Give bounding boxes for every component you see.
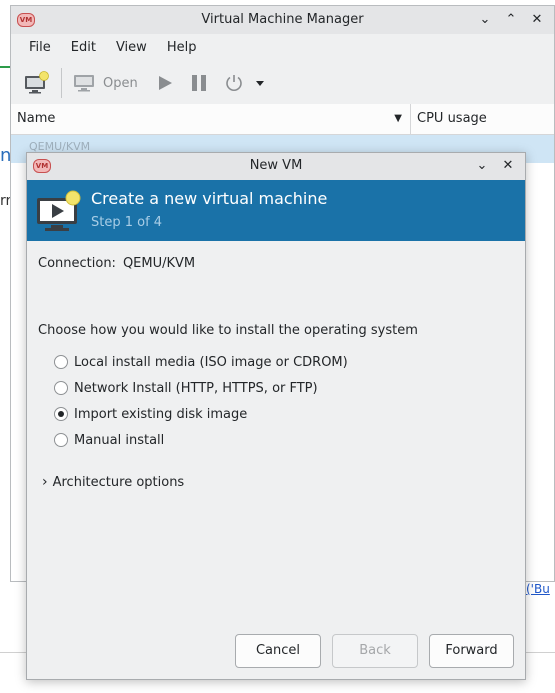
- install-method-options: Local install media (ISO image or CDROM)…: [54, 349, 348, 453]
- option-label: Manual install: [74, 432, 165, 448]
- column-header-name[interactable]: Name ▼: [11, 104, 411, 134]
- chevron-down-icon[interactable]: ⌄: [473, 157, 491, 175]
- open-label: Open: [103, 75, 138, 91]
- option-manual-install[interactable]: Manual install: [54, 427, 348, 453]
- radio-button-selected[interactable]: [54, 407, 68, 421]
- power-icon: [225, 75, 242, 91]
- forward-button[interactable]: Forward: [429, 634, 514, 668]
- toolbar-separator: [61, 68, 62, 98]
- connection-label: Connection:: [38, 256, 116, 271]
- new-vm-dialog: VM New VM ⌄ ✕ Create a new virtual machi…: [26, 152, 526, 680]
- column-name-label: Name: [17, 111, 56, 126]
- monitor-icon: [74, 75, 94, 92]
- dialog-header-title: Create a new virtual machine: [91, 189, 328, 208]
- play-icon: [158, 76, 172, 90]
- option-network-install[interactable]: Network Install (HTTP, HTTPS, or FTP): [54, 375, 348, 401]
- connection-value: QEMU/KVM: [122, 256, 196, 271]
- cancel-button[interactable]: Cancel: [235, 634, 321, 668]
- radio-button[interactable]: [54, 355, 68, 369]
- column-header-cpu[interactable]: CPU usage: [411, 104, 487, 134]
- shutdown-menu-button[interactable]: [249, 66, 271, 100]
- dialog-titlebar[interactable]: VM New VM ⌄ ✕: [27, 153, 525, 180]
- back-button[interactable]: Back: [332, 634, 418, 668]
- close-icon[interactable]: ✕: [528, 11, 546, 29]
- install-method-prompt: Choose how you would like to install the…: [38, 323, 418, 338]
- pause-button[interactable]: [185, 66, 213, 100]
- menu-edit[interactable]: Edit: [61, 34, 106, 62]
- option-label: Import existing disk image: [74, 406, 248, 422]
- run-button[interactable]: [151, 66, 179, 100]
- chevron-up-icon[interactable]: ⌃: [502, 11, 520, 29]
- table-header: Name ▼ CPU usage: [11, 104, 554, 135]
- menu-bar: File Edit View Help: [11, 34, 554, 62]
- new-vm-button[interactable]: [19, 66, 55, 100]
- option-label: Network Install (HTTP, HTTPS, or FTP): [74, 380, 318, 396]
- background-accent-line: [0, 66, 10, 68]
- sort-arrow-icon: ▼: [394, 113, 402, 124]
- dialog-step-indicator: Step 1 of 4: [91, 215, 163, 230]
- shutdown-button[interactable]: [219, 66, 249, 100]
- connection-info: Connection: QEMU/KVM: [38, 256, 195, 271]
- radio-button[interactable]: [54, 381, 68, 395]
- option-label: Local install media (ISO image or CDROM): [74, 354, 348, 370]
- menu-file[interactable]: File: [19, 34, 61, 62]
- menu-help[interactable]: Help: [157, 34, 207, 62]
- toolbar: Open: [11, 62, 554, 105]
- option-import-disk-image[interactable]: Import existing disk image: [54, 401, 348, 427]
- radio-button[interactable]: [54, 433, 68, 447]
- dropdown-arrow-icon: [255, 81, 264, 86]
- new-vm-icon: [37, 190, 81, 231]
- menu-view[interactable]: View: [106, 34, 157, 62]
- chevron-down-icon[interactable]: ⌄: [476, 11, 494, 29]
- architecture-options-expander[interactable]: › Architecture options: [42, 474, 184, 490]
- dialog-title: New VM: [249, 158, 303, 173]
- background-link-fragment[interactable]: ('Bu: [526, 582, 550, 596]
- open-button[interactable]: Open: [68, 66, 143, 100]
- option-local-install-media[interactable]: Local install media (ISO image or CDROM): [54, 349, 348, 375]
- pause-icon: [191, 75, 206, 91]
- window-titlebar[interactable]: VM Virtual Machine Manager ⌄ ⌃ ✕: [11, 6, 554, 34]
- new-vm-icon: [25, 71, 49, 94]
- close-icon[interactable]: ✕: [499, 157, 517, 175]
- dialog-header-banner: Create a new virtual machine Step 1 of 4: [27, 180, 525, 241]
- architecture-options-label: Architecture options: [52, 474, 185, 490]
- window-title: Virtual Machine Manager: [201, 12, 364, 27]
- chevron-right-icon: ›: [42, 474, 48, 490]
